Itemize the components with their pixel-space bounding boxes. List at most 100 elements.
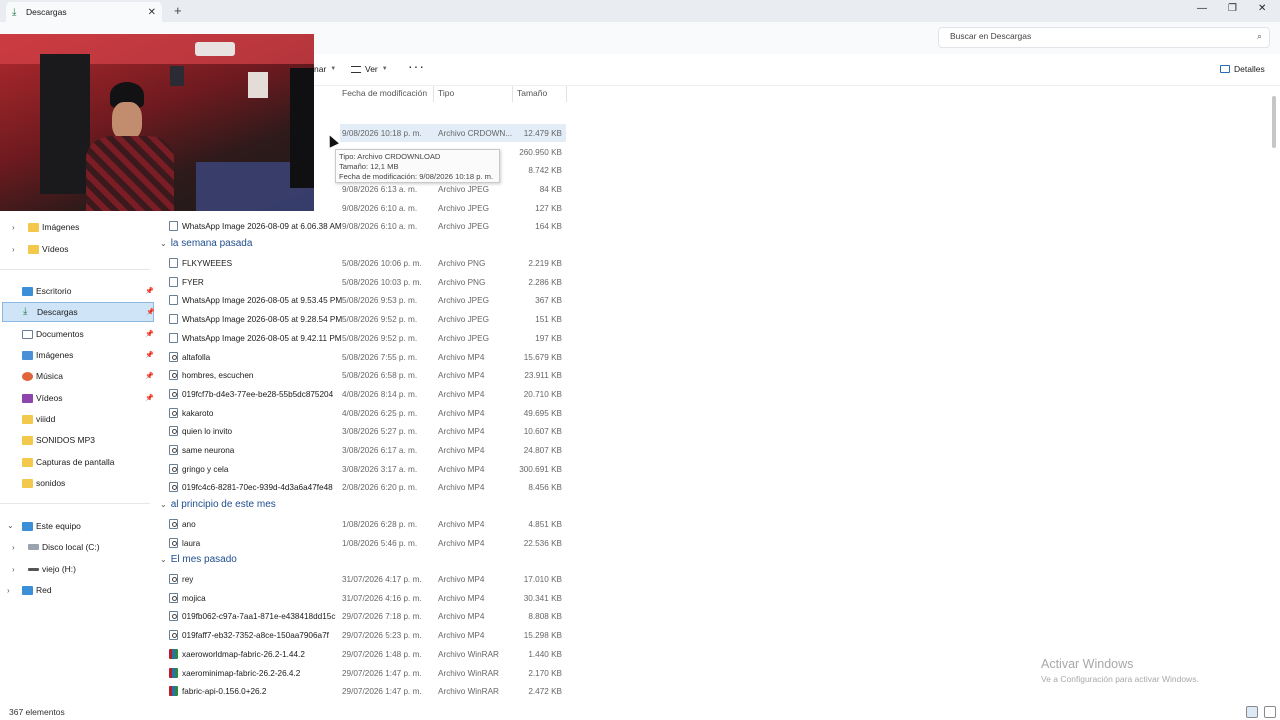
sidebar-item-red[interactable]: › Red (0, 580, 154, 600)
details-view-icon[interactable] (1246, 706, 1258, 718)
sidebar-item-escritorio[interactable]: Escritorio 📌 (0, 281, 154, 301)
sidebar-item-sonidos-mp3[interactable]: SONIDOS MP3 (0, 430, 154, 450)
file-row[interactable]: 019fcf7b-d4e3-77ee-be28-55b5dc875204 4/08… (166, 385, 566, 403)
videos-icon (22, 393, 33, 403)
sidebar-item-viejo-h[interactable]: › viejo (H:) (0, 559, 154, 579)
file-modified-date: 5/08/2026 10:03 p. m. (342, 277, 422, 287)
sidebar-item-videos-top[interactable]: › Vídeos (0, 239, 154, 259)
folder-icon (22, 478, 33, 488)
file-size: 1.440 KB (528, 649, 562, 659)
file-row[interactable]: kakaroto 4/08/2026 6:25 p. m. Archivo MP4 4… (166, 404, 566, 422)
file-modified-date: 29/07/2026 1:48 p. m. (342, 649, 422, 659)
sidebar-item-viiidd[interactable]: viiidd (0, 409, 154, 429)
sidebar-item-musica[interactable]: Música 📌 (0, 366, 154, 386)
file-row[interactable]: laura 1/08/2026 5:46 p. m. Archivo MP4 22.5… (166, 534, 566, 552)
search-icon[interactable]: ⌕ (1257, 31, 1262, 42)
file-name: 019faff7-eb32-7352-a8ce-150aa7906a7f (182, 631, 329, 641)
file-row[interactable]: same neurona 3/08/2026 6:17 a. m. Archivo … (166, 441, 566, 459)
file-modified-date: 4/08/2026 6:25 p. m. (342, 408, 418, 418)
file-row[interactable]: gringo y cela 3/08/2026 3:17 a. m. Archivo… (166, 460, 566, 478)
sidebar-item-label: viejo (H:) (42, 564, 77, 574)
file-type: Archivo MP4 (438, 612, 485, 622)
tooltip-size: Tamaño: 12,1 MB (339, 162, 399, 171)
file-row[interactable]: quien lo invito 3/08/2026 5:27 p. m. Archi… (166, 422, 566, 440)
sidebar-item-descargas[interactable]: ⤓ Descargas 📌 (2, 302, 155, 322)
sidebar-item-este-equipo[interactable]: ⌄ Este equipo (0, 516, 154, 536)
minimize-button[interactable]: — (1197, 3, 1207, 14)
search-input[interactable]: Buscar en Descargas ⌕ (938, 27, 1270, 48)
sidebar-item-imagenes-top[interactable]: › Imágenes (0, 217, 154, 237)
column-header-type[interactable]: Tipo (438, 88, 454, 98)
file-size: 2.219 KB (528, 259, 562, 268)
close-window-button[interactable]: ✕ (1258, 3, 1266, 14)
chevron-right-icon[interactable]: › (12, 223, 15, 232)
column-header-size[interactable]: Tamaño (517, 88, 547, 98)
column-divider[interactable] (566, 86, 567, 102)
file-size: 22.536 KB (523, 538, 562, 548)
file-size: 260.950 KB (519, 148, 562, 157)
file-row[interactable]: WhatsApp Image 2026-08-09 at 6.06.38 AM 9… (166, 217, 566, 235)
details-pane-button[interactable]: Detalles (1220, 64, 1265, 74)
file-row[interactable]: xaeroworldmap-fabric-26.2-1.44.2 29/07/20… (166, 645, 566, 663)
chevron-right-icon[interactable]: › (12, 565, 15, 574)
file-modified-date: 29/07/2026 1:47 p. m. (342, 687, 422, 697)
file-row[interactable]: FYER 5/08/2026 10:03 p. m. Archivo PNG 2.28… (166, 273, 566, 291)
file-row[interactable]: hombres, escuchen 5/08/2026 6:58 p. m. Arc… (166, 366, 566, 384)
file-type: Archivo JPEG (438, 222, 489, 231)
video-file-icon (169, 351, 178, 362)
file-row[interactable]: WhatsApp Image 2026-08-05 at 9.53.45 PM 5… (166, 291, 566, 309)
file-modified-date: 5/08/2026 9:52 p. m. (342, 315, 418, 325)
view-button[interactable]: Ver ▼ (351, 64, 388, 74)
chevron-down-icon[interactable]: ⌄ (160, 500, 167, 509)
new-tab-button[interactable]: + (174, 3, 182, 18)
file-row[interactable]: 019fb062-c97a-7aa1-871e-e438418dd15c 29/0… (166, 607, 566, 625)
file-size: 15.298 KB (523, 631, 562, 641)
file-type: Archivo WinRAR (438, 668, 499, 678)
chevron-right-icon[interactable]: › (7, 586, 10, 595)
file-row[interactable]: WhatsApp Image 2026-08-05 at 9.28.54 PM 5… (166, 310, 566, 328)
file-name: altafolla (182, 352, 211, 362)
file-row[interactable]: fabric-api-0.156.0+26.2 29/07/2026 1:47 p… (166, 682, 566, 700)
more-options-button[interactable]: ··· (408, 58, 425, 74)
vertical-scrollbar[interactable] (1272, 96, 1276, 148)
file-row[interactable]: 019fc4c6-8281-70ec-939d-4d3a6a47fe48 2/08… (166, 478, 566, 496)
sidebar-item-videos[interactable]: Vídeos 📌 (0, 388, 154, 408)
chevron-right-icon[interactable]: › (12, 543, 15, 552)
group-header[interactable]: ⌄ la semana pasada (160, 238, 252, 249)
sidebar-item-label: Imágenes (42, 222, 80, 232)
tab-descargas[interactable]: ⤓ Descargas ✕ (6, 2, 162, 22)
file-row[interactable]: xaerominimap-fabric-26.2-26.4.2 29/07/202… (166, 664, 566, 682)
column-divider[interactable] (433, 86, 434, 102)
video-file-icon (169, 592, 178, 603)
file-row[interactable]: FLKYWEEES 5/08/2026 10:06 p. m. Archivo PN… (166, 254, 566, 272)
column-divider[interactable] (512, 86, 513, 102)
file-type: Archivo JPEG (438, 185, 489, 194)
file-size: 4.851 KB (528, 520, 562, 529)
file-row[interactable]: mojica 31/07/2026 4:16 p. m. Archivo MP4 30… (166, 589, 566, 607)
file-name: 019fc4c6-8281-70ec-939d-4d3a6a47fe48 (182, 483, 333, 493)
chevron-right-icon[interactable]: › (12, 245, 15, 254)
group-header[interactable]: ⌄ El mes pasado (160, 554, 237, 565)
sidebar-item-disco-c[interactable]: › Disco local (C:) (0, 537, 154, 557)
file-row[interactable]: altafolla 5/08/2026 7:55 p. m. Archivo MP4… (166, 348, 566, 366)
sidebar-item-imagenes[interactable]: Imágenes 📌 (0, 345, 154, 365)
column-header-modified[interactable]: Fecha de modificación (342, 88, 427, 98)
chevron-down-icon[interactable]: ⌄ (7, 521, 14, 530)
chevron-down-icon[interactable]: ⌄ (160, 239, 167, 248)
file-name: WhatsApp Image 2026-08-05 at 9.28.54 PM (182, 315, 343, 325)
chevron-down-icon[interactable]: ⌄ (160, 555, 167, 564)
file-row[interactable]: WhatsApp Image 2026-08-05 at 9.42.11 PM 5… (166, 329, 566, 347)
maximize-button[interactable]: ❐ (1228, 3, 1237, 14)
file-row[interactable]: ano 1/08/2026 6:28 p. m. Archivo MP4 4.851 … (166, 515, 566, 533)
sidebar-item-documentos[interactable]: Documentos 📌 (0, 324, 154, 344)
file-row[interactable]: b29/08/2026 10:18 p. m.Archivo CRDOWN...… (182, 124, 566, 142)
close-tab-icon[interactable]: ✕ (148, 7, 156, 18)
file-type: Archivo MP4 (438, 371, 485, 381)
file-row[interactable]: rey 31/07/2026 4:17 p. m. Archivo MP4 17.01… (166, 570, 566, 588)
sort-button[interactable]: nar ▼ (314, 64, 336, 74)
sidebar-item-sonidos[interactable]: sonidos (0, 473, 154, 493)
group-header[interactable]: ⌄ al principio de este mes (160, 499, 276, 510)
tiles-view-icon[interactable] (1264, 706, 1276, 718)
sidebar-item-capturas[interactable]: Capturas de pantalla (0, 452, 154, 472)
file-row[interactable]: 019faff7-eb32-7352-a8ce-150aa7906a7f 29/0… (166, 626, 566, 644)
